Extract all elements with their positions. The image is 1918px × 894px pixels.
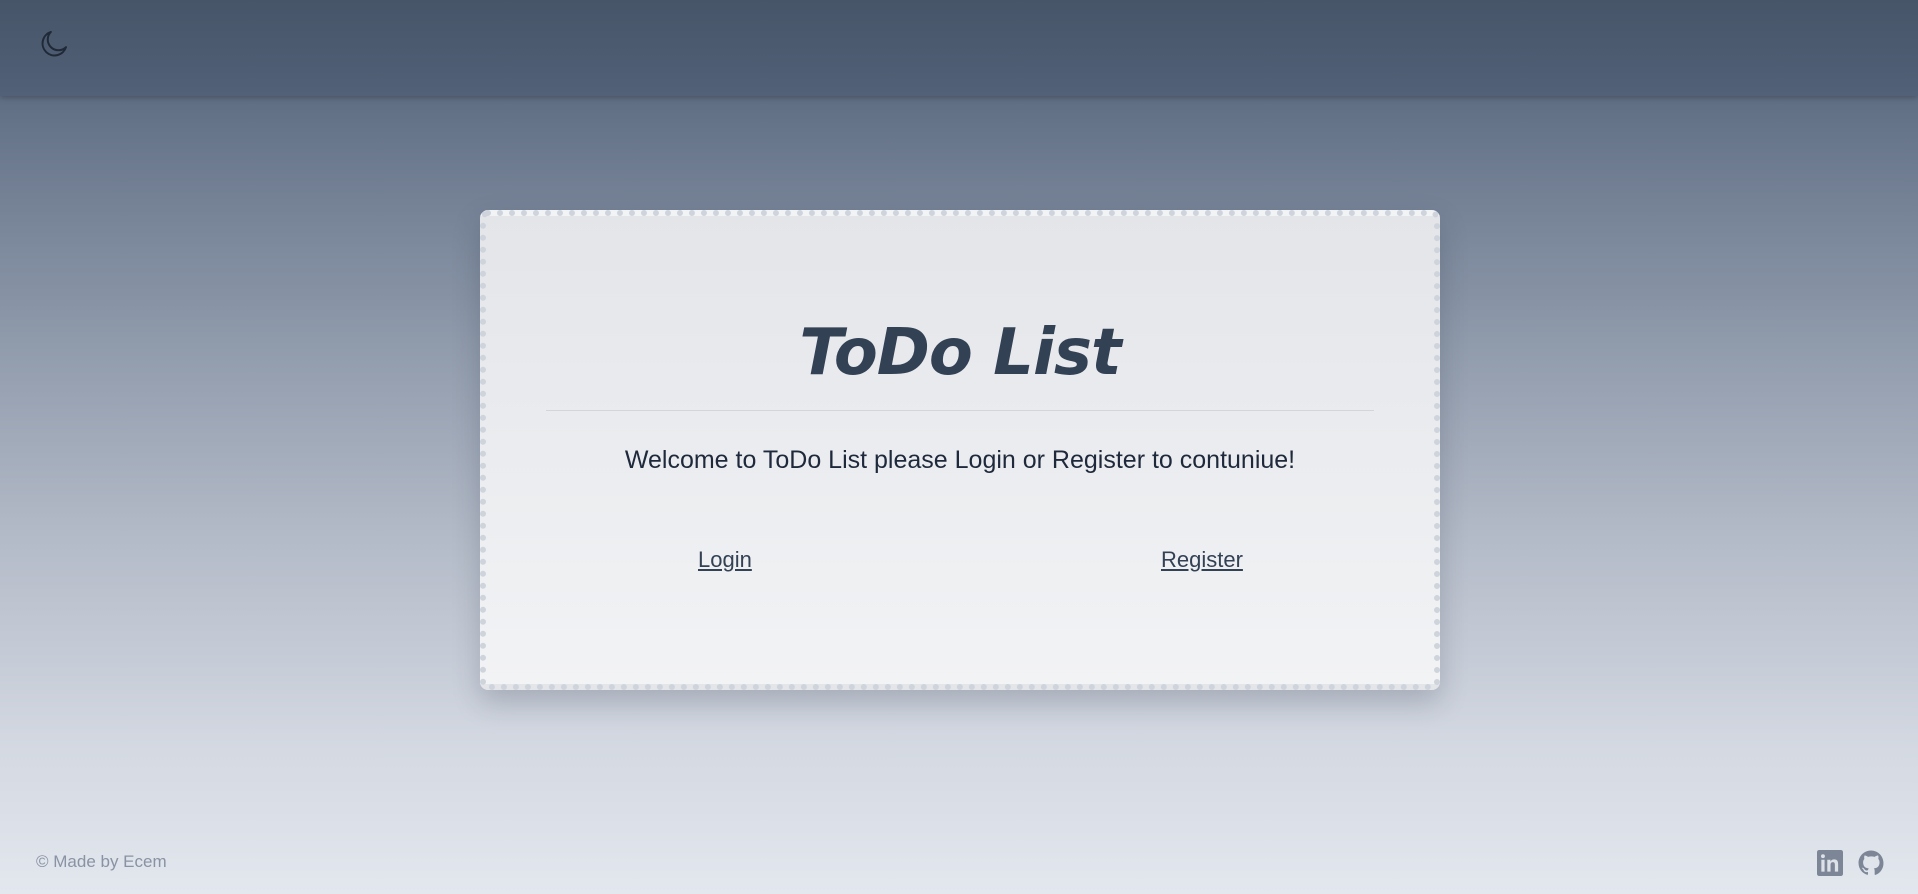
- welcome-card: ToDo List Welcome to ToDo List please Lo…: [480, 210, 1440, 690]
- divider: [546, 410, 1374, 411]
- footer-credit: © Made by Ecem: [36, 852, 167, 871]
- github-icon: [1858, 850, 1884, 875]
- register-link[interactable]: Register: [1161, 547, 1243, 573]
- login-link[interactable]: Login: [698, 547, 752, 573]
- theme-toggle-button[interactable]: [34, 24, 74, 64]
- moon-icon: [41, 30, 68, 57]
- welcome-message: Welcome to ToDo List please Login or Reg…: [624, 446, 1296, 474]
- github-link[interactable]: [1858, 850, 1884, 876]
- app-title: ToDo List: [799, 316, 1121, 390]
- linkedin-icon: [1817, 850, 1843, 876]
- linkedin-link[interactable]: [1817, 850, 1843, 876]
- top-navbar: [0, 0, 1918, 96]
